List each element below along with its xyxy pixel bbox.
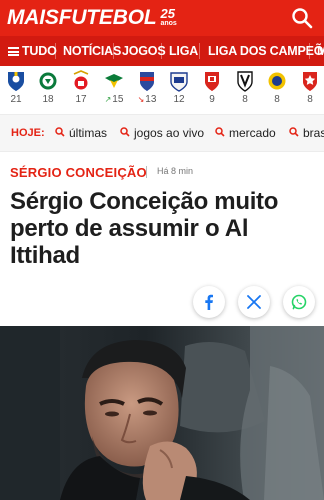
article-headline: Sérgio Conceição muito perto de assumir … [10,188,279,269]
trend-up-icon: ↗ [104,95,112,104]
club-braga[interactable]: 9 [199,70,225,110]
share-whatsapp-button[interactable] [283,286,315,318]
search-button[interactable] [290,6,314,30]
club-value: 8 [242,94,248,105]
today-link-jogos-ao-vivo[interactable]: jogos ao vivo [120,115,204,151]
club-strip: 21 18 17 ↗15 ↘13 12 9 8 8 8 [0,66,324,112]
hamburger-menu-icon[interactable] [8,47,19,56]
main-nav: TUDO NOTÍCIAS JOGOS LIGA LIGA DOS CAMPEÕ… [0,36,324,66]
club-crest-icon [170,72,188,92]
club-famalicao[interactable]: 12 [166,70,192,110]
today-link-label: jogos ao vivo [134,126,205,140]
club-arouca[interactable]: 8 [264,70,290,110]
club-value: 17 [75,94,87,105]
club-value: 21 [10,94,22,105]
nav-item-liga-dos-campeoes[interactable]: LIGA DOS CAMPEÕES [208,36,324,66]
search-icon [289,127,299,137]
club-crest-icon [73,70,89,90]
club-value: ↗15 [104,94,124,105]
club-crest-icon [39,72,57,90]
anniversary-badge: 25 anos [160,7,176,27]
club-moreirense[interactable]: ↗15 [101,70,127,110]
search-icon [292,8,313,29]
club-crest-icon [205,72,219,91]
article-photo[interactable] [0,326,324,500]
trend-down-icon: ↘ [137,95,145,104]
club-sporting[interactable]: 18 [35,70,61,110]
nav-divider [113,43,114,59]
today-bar: HOJE: últimas jogos ao vivo mercado bras [0,114,324,152]
search-icon [120,127,130,137]
logo-text: MAISFUTEBOL [7,6,157,29]
top-bar: MAISFUTEBOL 25 anos [0,0,324,36]
club-gil-vicente[interactable]: ↘13 [134,70,160,110]
nav-item-jogos[interactable]: JOGOS [122,36,166,66]
club-vitoria[interactable]: 8 [232,70,258,110]
nav-item-liga[interactable]: LIGA [169,36,198,66]
club-crest-icon [303,72,317,91]
club-crest-icon [268,72,286,90]
facebook-icon [205,294,213,310]
club-value: 8 [274,94,280,105]
meta-divider [146,166,147,178]
anniversary-number: 25 [160,6,175,21]
club-benfica[interactable]: 17 [68,70,94,110]
club-estrela[interactable]: 8 [297,70,323,110]
nav-divider [309,43,310,59]
nav-divider [161,43,162,59]
club-value: ↘13 [137,94,157,105]
club-crest-icon [8,72,24,91]
today-link-brasil[interactable]: bras [289,115,324,151]
today-link-ultimas[interactable]: últimas [55,115,107,151]
search-icon [215,127,225,137]
club-porto[interactable]: 21 [3,70,29,110]
share-facebook-button[interactable] [193,286,225,318]
x-icon [247,295,261,309]
whatsapp-icon [291,294,307,310]
article-category[interactable]: SÉRGIO CONCEIÇÃO [10,165,147,180]
article-meta: SÉRGIO CONCEIÇÃO Há 8 min [10,163,310,183]
club-value: 18 [42,94,54,105]
anniversary-word: anos [160,20,177,27]
club-value: 8 [307,94,313,105]
nav-item-more[interactable]: M [317,36,324,66]
club-crest-icon [140,72,154,91]
man-in-black-cap-photo [0,326,324,500]
nav-divider [199,43,200,59]
nav-divider [55,43,56,59]
club-value: 12 [173,94,185,105]
today-link-mercado[interactable]: mercado [215,115,276,151]
search-icon [55,127,65,137]
site-logo[interactable]: MAISFUTEBOL 25 anos [7,5,177,31]
article-time: Há 8 min [157,166,194,176]
share-x-button[interactable] [238,286,270,318]
club-value: 9 [209,94,215,105]
club-crest-icon [105,74,123,88]
club-crest-icon [237,71,253,92]
nav-item-tudo[interactable]: TUDO [22,36,57,66]
today-label: HOJE: [11,127,45,139]
